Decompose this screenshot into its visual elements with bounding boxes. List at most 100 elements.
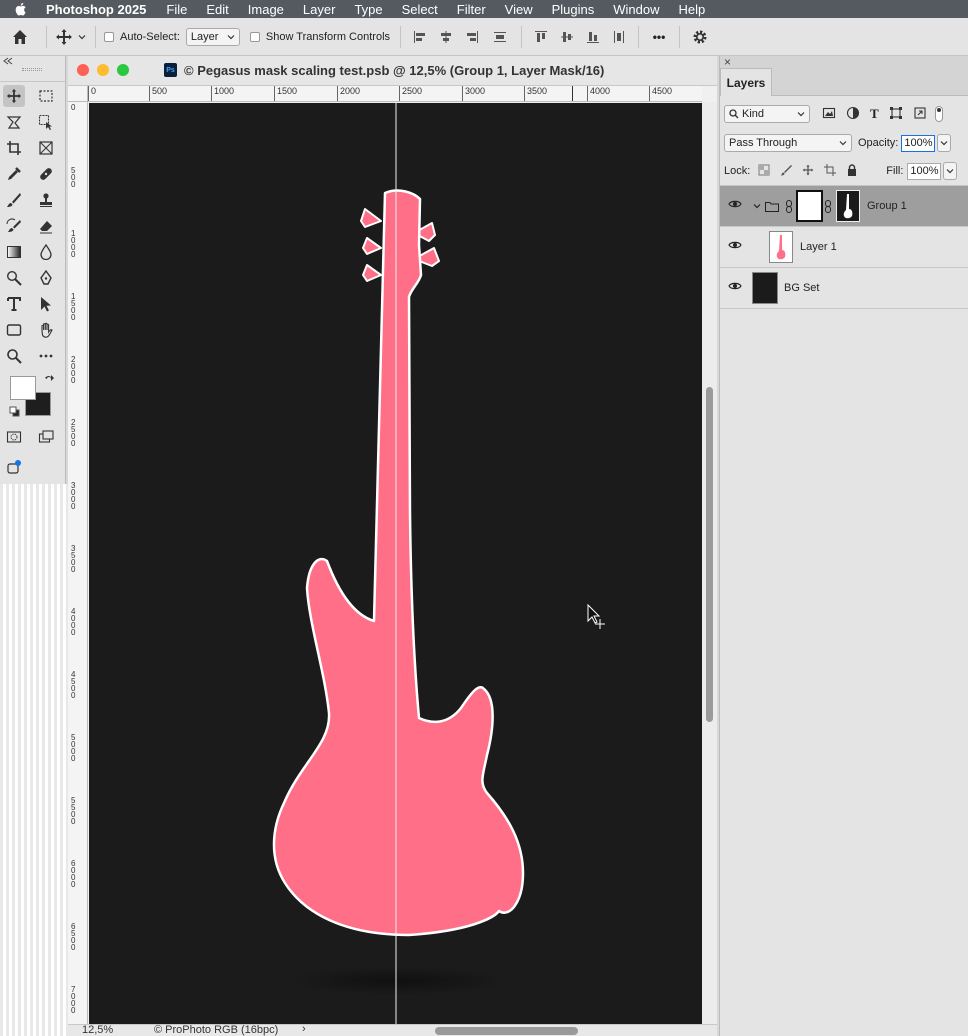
eye-icon[interactable] xyxy=(728,199,742,209)
menu-help[interactable]: Help xyxy=(679,2,706,17)
lock-artboard-icon[interactable] xyxy=(824,163,837,179)
eyedropper-tool-icon[interactable] xyxy=(3,163,25,185)
layer-thumbnail[interactable] xyxy=(752,272,778,304)
crop-tool-icon[interactable] xyxy=(3,137,25,159)
eye-icon[interactable] xyxy=(728,281,742,291)
opacity-slider-button[interactable] xyxy=(937,134,952,152)
status-menu-arrow[interactable]: › xyxy=(302,1023,306,1035)
align-top-icon[interactable] xyxy=(528,29,554,45)
chain-link-icon[interactable] xyxy=(824,200,832,213)
align-left-icon[interactable] xyxy=(407,29,433,45)
auto-select-checkbox[interactable] xyxy=(104,31,114,42)
frame-tool-icon[interactable] xyxy=(35,137,57,159)
quick-mask-icon[interactable] xyxy=(3,426,25,448)
healing-brush-tool-icon[interactable] xyxy=(35,163,57,185)
filter-type-icon[interactable]: T xyxy=(870,106,879,122)
horizontal-ruler[interactable]: 0 500 1000 1500 2000 2500 3000 3500 4000… xyxy=(88,86,702,102)
menu-filter[interactable]: Filter xyxy=(457,2,486,17)
type-tool-icon[interactable] xyxy=(3,293,25,315)
menu-plugins[interactable]: Plugins xyxy=(552,2,595,17)
filter-toggle-switch[interactable] xyxy=(934,106,943,122)
gear-icon[interactable] xyxy=(686,28,714,46)
menu-view[interactable]: View xyxy=(505,2,533,17)
clone-stamp-tool-icon[interactable] xyxy=(35,189,57,211)
fill-input[interactable]: 100% xyxy=(907,162,942,180)
menu-file[interactable]: File xyxy=(166,2,187,17)
lock-position-icon[interactable] xyxy=(802,164,814,179)
layer-row-layer-1[interactable]: Layer 1 xyxy=(720,227,968,268)
dodge-tool-icon[interactable] xyxy=(3,267,25,289)
lock-transparent-icon[interactable] xyxy=(758,164,770,179)
brush-tool-icon[interactable] xyxy=(3,189,25,211)
align-right-icon[interactable] xyxy=(459,29,485,45)
rectangle-tool-icon[interactable] xyxy=(3,319,25,341)
default-colors-icon[interactable] xyxy=(9,406,21,421)
filter-adjustment-icon[interactable] xyxy=(846,106,860,123)
home-icon[interactable] xyxy=(0,28,40,46)
show-transform-checkbox[interactable] xyxy=(249,31,260,42)
layer-mask-thumbnail[interactable] xyxy=(836,190,860,222)
filter-smart-object-icon[interactable] xyxy=(913,106,927,123)
zoom-level[interactable]: 12,5% xyxy=(82,1024,113,1036)
blend-mode-dropdown[interactable]: Pass Through xyxy=(724,134,852,152)
minimize-window-button[interactable] xyxy=(97,64,109,76)
pen-tool-icon[interactable] xyxy=(35,267,57,289)
move-tool-icon[interactable] xyxy=(3,85,25,107)
lasso-tool-icon[interactable] xyxy=(3,111,25,133)
menu-edit[interactable]: Edit xyxy=(206,2,228,17)
object-selection-tool-icon[interactable] xyxy=(35,111,57,133)
chain-link-icon[interactable] xyxy=(785,200,793,213)
swap-colors-icon[interactable] xyxy=(43,374,55,389)
menu-window[interactable]: Window xyxy=(613,2,659,17)
distribute-icon[interactable] xyxy=(485,29,515,45)
filter-shape-icon[interactable] xyxy=(889,106,903,123)
more-options-button[interactable]: ••• xyxy=(645,30,673,44)
auto-select-dropdown[interactable]: Layer xyxy=(185,27,240,46)
vertical-scrollbar[interactable] xyxy=(702,102,717,1024)
filter-pixel-icon[interactable] xyxy=(822,106,836,123)
canvas[interactable] xyxy=(89,103,702,1024)
tools-panel-grip[interactable] xyxy=(0,56,65,82)
share-icon[interactable] xyxy=(3,456,25,478)
lock-all-icon[interactable] xyxy=(846,163,858,179)
more-tools-icon[interactable] xyxy=(35,345,57,367)
menu-layer[interactable]: Layer xyxy=(303,2,336,17)
zoom-window-button[interactable] xyxy=(117,64,129,76)
close-panel-icon[interactable]: × xyxy=(724,55,731,69)
menu-type[interactable]: Type xyxy=(354,2,382,17)
layer-thumbnail[interactable] xyxy=(769,231,793,263)
apple-icon[interactable] xyxy=(12,0,30,18)
move-tool-preset-icon[interactable] xyxy=(53,28,75,46)
eraser-tool-icon[interactable] xyxy=(35,215,57,237)
collapse-panel-icon[interactable] xyxy=(3,57,13,65)
horizontal-scroll-thumb[interactable] xyxy=(435,1027,578,1035)
app-name-menu[interactable]: Photoshop 2025 xyxy=(46,2,146,17)
screen-mode-icon[interactable] xyxy=(35,426,57,448)
distribute-vertical-icon[interactable] xyxy=(606,29,632,45)
history-brush-tool-icon[interactable] xyxy=(3,215,25,237)
tab-layers[interactable]: Layers xyxy=(720,68,772,96)
align-middle-icon[interactable] xyxy=(554,29,580,45)
foreground-color-swatch[interactable] xyxy=(10,376,36,400)
hand-tool-icon[interactable] xyxy=(35,319,57,341)
menu-select[interactable]: Select xyxy=(402,2,438,17)
fill-slider-button[interactable] xyxy=(943,162,958,180)
blur-tool-icon[interactable] xyxy=(35,241,57,263)
menu-image[interactable]: Image xyxy=(248,2,284,17)
align-center-icon[interactable] xyxy=(433,29,459,45)
ruler-origin[interactable] xyxy=(68,86,88,102)
gradient-tool-icon[interactable] xyxy=(3,241,25,263)
vertical-scroll-thumb[interactable] xyxy=(706,387,713,722)
zoom-tool-icon[interactable] xyxy=(3,345,25,367)
lock-pixels-icon[interactable] xyxy=(780,164,793,179)
chevron-down-icon[interactable] xyxy=(75,33,89,41)
close-window-button[interactable] xyxy=(77,64,89,76)
vertical-ruler[interactable]: 0 5 0 0 1 0 0 0 1 5 0 0 2 0 0 0 2 5 0 0 … xyxy=(68,102,88,1024)
align-bottom-icon[interactable] xyxy=(580,29,606,45)
opacity-input[interactable]: 100% xyxy=(901,134,936,152)
filter-kind-dropdown[interactable]: Kind xyxy=(724,105,810,123)
group-mask-thumbnail[interactable] xyxy=(796,190,823,222)
layer-row-bg-set[interactable]: BG Set xyxy=(720,268,968,309)
marquee-tool-icon[interactable] xyxy=(35,85,57,107)
eye-icon[interactable] xyxy=(728,240,742,250)
